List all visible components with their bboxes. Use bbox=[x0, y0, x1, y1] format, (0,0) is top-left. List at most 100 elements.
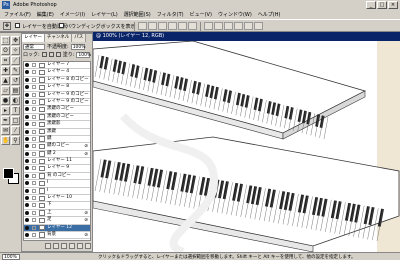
shape-tool-icon[interactable]: □ bbox=[11, 116, 20, 125]
tab-layers[interactable]: レイヤー bbox=[22, 34, 45, 42]
eye-icon[interactable] bbox=[25, 196, 29, 201]
brush-link-icon[interactable] bbox=[32, 203, 36, 208]
crop-tool-icon[interactable]: ⌗ bbox=[1, 56, 10, 65]
document-canvas[interactable] bbox=[93, 41, 400, 252]
new-set-icon[interactable] bbox=[61, 243, 67, 249]
eye-icon[interactable] bbox=[25, 232, 29, 237]
auto-select-checkbox[interactable] bbox=[15, 23, 20, 28]
align-bottom-icon[interactable] bbox=[158, 22, 167, 30]
blend-mode-select[interactable]: 通常 bbox=[23, 43, 45, 50]
eye-icon[interactable] bbox=[25, 181, 29, 186]
brush-link-icon[interactable] bbox=[32, 85, 36, 90]
brush-link-icon[interactable] bbox=[32, 114, 36, 119]
eye-icon[interactable] bbox=[25, 107, 29, 112]
eye-icon[interactable] bbox=[25, 188, 29, 193]
menu-edit[interactable]: 編集(E) bbox=[37, 11, 54, 18]
brush-link-icon[interactable] bbox=[32, 70, 36, 75]
layer-row[interactable]: 鍵のコピー ⊘ bbox=[24, 143, 90, 151]
gradient-tool-icon[interactable]: ▤ bbox=[11, 86, 20, 95]
move-tool-icon[interactable]: ✥ bbox=[3, 22, 11, 30]
fill-field[interactable]: 100% bbox=[76, 51, 91, 58]
brush-link-icon[interactable] bbox=[32, 218, 36, 223]
menu-filter[interactable]: フィルタ(T) bbox=[157, 11, 184, 18]
layer-row[interactable]: I bbox=[24, 180, 90, 188]
opacity-field[interactable]: 100% bbox=[70, 43, 86, 50]
menu-select[interactable]: 選択範囲(S) bbox=[124, 11, 151, 18]
eye-icon[interactable] bbox=[25, 99, 29, 104]
eye-icon[interactable] bbox=[25, 114, 29, 119]
lasso-tool-icon[interactable]: ʘ bbox=[1, 46, 10, 55]
dodge-tool-icon[interactable]: ◐ bbox=[11, 96, 20, 105]
layer-row[interactable]: レイヤー 4 bbox=[24, 69, 90, 77]
layer-row[interactable]: 背景 ⊘ bbox=[24, 232, 90, 240]
notes-tool-icon[interactable]: ✉ bbox=[1, 126, 10, 135]
brush-link-icon[interactable] bbox=[32, 63, 36, 67]
foreground-color-swatch[interactable] bbox=[3, 168, 14, 179]
type-tool-icon[interactable]: T bbox=[11, 106, 20, 115]
brush-link-icon[interactable] bbox=[32, 129, 36, 134]
eye-icon[interactable] bbox=[25, 159, 29, 164]
path-select-icon[interactable]: ▸ bbox=[1, 106, 10, 115]
distribute-left-icon[interactable] bbox=[234, 22, 243, 30]
lock-pixels-icon[interactable] bbox=[48, 52, 54, 57]
layer-row[interactable]: 黒鍵影 bbox=[24, 121, 90, 129]
tab-channels[interactable]: チャンネル bbox=[44, 34, 73, 42]
stamp-tool-icon[interactable]: ▲ bbox=[1, 76, 10, 85]
adjustment-layer-icon[interactable] bbox=[69, 243, 75, 249]
zoom-tool-icon[interactable]: ⚲ bbox=[11, 136, 20, 145]
brush-link-icon[interactable] bbox=[32, 151, 36, 156]
new-layer-icon[interactable] bbox=[77, 243, 83, 249]
eye-icon[interactable] bbox=[25, 151, 29, 156]
history-brush-icon[interactable]: ↺ bbox=[11, 76, 20, 85]
brush-link-icon[interactable] bbox=[32, 225, 36, 230]
eraser-tool-icon[interactable]: ▱ bbox=[1, 86, 10, 95]
maximize-icon[interactable]: □ bbox=[377, 1, 387, 9]
lock-transparency-icon[interactable] bbox=[41, 52, 47, 57]
eye-icon[interactable] bbox=[25, 63, 29, 67]
eye-icon[interactable] bbox=[25, 166, 29, 171]
menu-help[interactable]: ヘルプ(H) bbox=[258, 11, 281, 18]
menu-view[interactable]: ビュー(V) bbox=[190, 11, 212, 18]
distribute-middle-icon[interactable] bbox=[214, 22, 223, 30]
tab-paths[interactable]: パス bbox=[72, 34, 87, 42]
layer-row[interactable]: レイヤー 10 bbox=[24, 195, 90, 203]
brush-tool-icon[interactable]: ✎ bbox=[11, 66, 20, 75]
hand-tool-icon[interactable]: ✋ bbox=[1, 136, 10, 145]
slice-tool-icon[interactable]: ⟋ bbox=[11, 56, 20, 65]
bbox-checkbox[interactable] bbox=[59, 23, 64, 28]
distribute-top-icon[interactable] bbox=[204, 22, 213, 30]
eye-icon[interactable] bbox=[25, 144, 29, 149]
brush-link-icon[interactable] bbox=[32, 173, 36, 178]
brush-link-icon[interactable] bbox=[32, 159, 36, 164]
trash-icon[interactable] bbox=[85, 243, 91, 249]
brush-link-icon[interactable] bbox=[32, 188, 36, 193]
eye-icon[interactable] bbox=[25, 210, 29, 215]
layer-row[interactable]: 足 ⊘ bbox=[24, 217, 90, 225]
brush-link-icon[interactable] bbox=[32, 92, 36, 97]
brush-link-icon[interactable] bbox=[32, 122, 36, 127]
eye-icon[interactable] bbox=[25, 77, 29, 82]
eye-icon[interactable] bbox=[25, 218, 29, 223]
eye-icon[interactable] bbox=[25, 225, 29, 230]
brush-link-icon[interactable] bbox=[32, 166, 36, 171]
brush-link-icon[interactable] bbox=[32, 232, 36, 237]
brush-link-icon[interactable] bbox=[32, 99, 36, 104]
marquee-tool-icon[interactable]: ⬚ bbox=[1, 36, 10, 45]
brush-link-icon[interactable] bbox=[32, 77, 36, 82]
menu-file[interactable]: ファイル(F) bbox=[4, 11, 31, 18]
layer-row[interactable]: 黒鍵 bbox=[24, 129, 90, 136]
zoom-field[interactable]: 100% bbox=[2, 254, 20, 260]
pen-tool-icon[interactable]: ✒ bbox=[1, 116, 10, 125]
blur-tool-icon[interactable]: ● bbox=[1, 96, 10, 105]
layer-row[interactable]: レイヤー 9 のコピー bbox=[24, 92, 90, 99]
layer-row[interactable]: 上 ⊘ bbox=[24, 210, 90, 218]
distribute-bottom-icon[interactable] bbox=[224, 22, 233, 30]
layer-row[interactable]: レイヤー 8 bbox=[24, 84, 90, 92]
healing-brush-icon[interactable]: ✚ bbox=[1, 66, 10, 75]
eye-icon[interactable] bbox=[25, 70, 29, 75]
layer-style-icon[interactable] bbox=[45, 243, 51, 249]
eye-icon[interactable] bbox=[25, 85, 29, 90]
layer-row[interactable]: レイヤー 12 bbox=[24, 224, 90, 232]
eyedropper-tool-icon[interactable]: ⁄ bbox=[11, 126, 20, 135]
minimize-icon[interactable]: _ bbox=[366, 1, 376, 9]
